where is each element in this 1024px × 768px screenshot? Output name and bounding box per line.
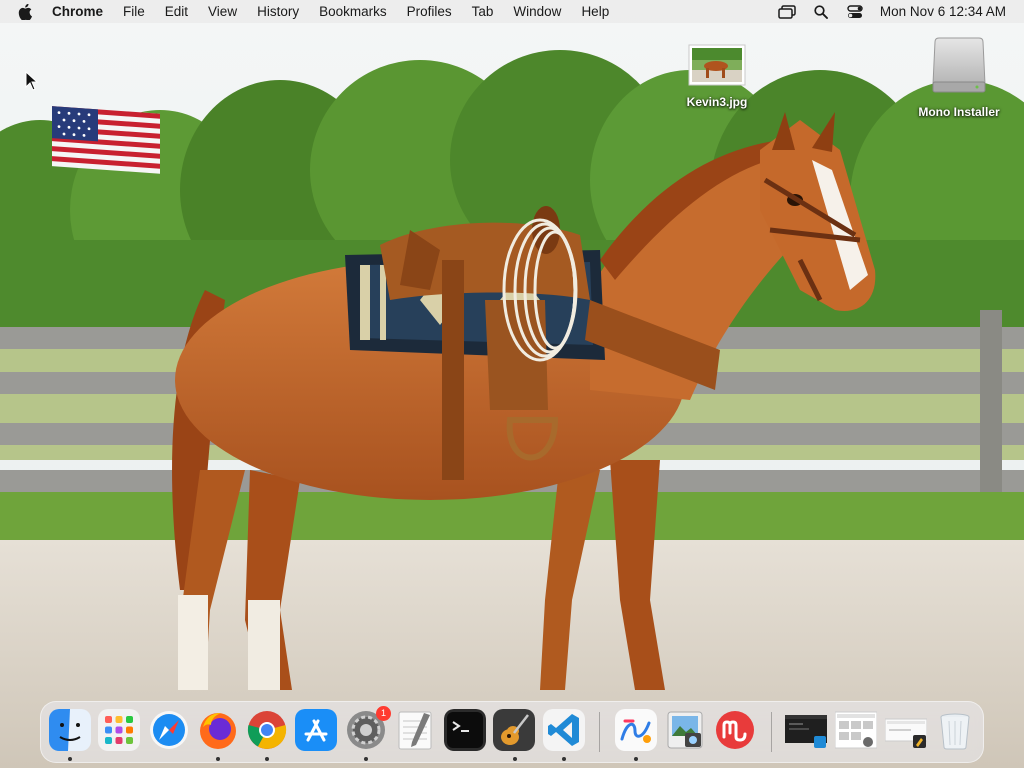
dock-chrome[interactable]	[246, 709, 288, 751]
dock-vscode[interactable]	[543, 709, 585, 751]
preview-icon	[667, 711, 703, 749]
running-indicator	[364, 757, 368, 761]
dock: 1	[40, 701, 984, 763]
menu-bar: Chrome File Edit View History Bookmarks …	[0, 0, 1024, 23]
garageband-icon	[493, 709, 535, 751]
running-indicator	[216, 757, 220, 761]
menu-file[interactable]: File	[113, 0, 155, 23]
disk-image-icon	[932, 37, 986, 93]
dock-textedit[interactable]	[394, 709, 436, 751]
menu-bookmarks[interactable]: Bookmarks	[309, 0, 397, 23]
launchpad-icon	[98, 709, 140, 751]
firefox-icon	[200, 713, 236, 749]
vscode-window-thumbnail-icon	[785, 715, 827, 748]
document-window-thumbnail-icon	[835, 711, 877, 749]
running-indicator	[634, 757, 638, 761]
dock-finder[interactable]	[49, 709, 91, 751]
dock-trash[interactable]	[934, 709, 976, 751]
mono-icon	[716, 711, 754, 749]
menu-profiles[interactable]: Profiles	[397, 0, 462, 23]
notification-badge: 1	[376, 706, 391, 721]
dock-garageband[interactable]	[493, 709, 535, 751]
running-indicator	[513, 757, 517, 761]
textedit-icon	[398, 711, 432, 750]
menu-clock[interactable]: Mon Nov 6 12:34 AM	[872, 4, 1024, 19]
dock-freeform[interactable]	[615, 709, 657, 751]
menu-edit[interactable]: Edit	[155, 0, 198, 23]
trash-icon	[940, 713, 970, 750]
dock-separator	[771, 712, 772, 752]
dock-separator	[599, 712, 600, 752]
safari-icon	[150, 711, 188, 749]
menu-view[interactable]: View	[198, 0, 247, 23]
freeform-icon	[615, 709, 657, 751]
dock-recent-vscode-window[interactable]	[785, 709, 827, 751]
dock-mono[interactable]	[714, 709, 756, 751]
menu-help[interactable]: Help	[571, 0, 619, 23]
vscode-icon	[543, 709, 585, 751]
menu-history[interactable]: History	[247, 0, 309, 23]
menu-tab[interactable]: Tab	[462, 0, 504, 23]
dock-system-preferences[interactable]: 1	[345, 706, 391, 751]
american-flag-icon[interactable]	[50, 104, 162, 174]
spotlight-search-icon[interactable]	[812, 4, 830, 20]
desktop-file-kevin3[interactable]: Kevin3.jpg	[662, 44, 772, 109]
menu-window[interactable]: Window	[503, 0, 571, 23]
dock-firefox[interactable]	[197, 709, 239, 751]
apple-menu-icon[interactable]	[18, 0, 34, 23]
dock-launchpad[interactable]	[98, 709, 140, 751]
dock-app-store[interactable]	[295, 709, 337, 751]
dock-terminal[interactable]	[444, 709, 486, 751]
installer-window-thumbnail-icon	[885, 718, 927, 748]
terminal-icon	[444, 709, 486, 751]
dock-safari[interactable]	[148, 709, 190, 751]
desktop-file-label: Mono Installer	[918, 105, 1000, 119]
dock-preview[interactable]	[664, 709, 706, 751]
desktop-file-label: Kevin3.jpg	[686, 95, 748, 109]
finder-icon	[49, 709, 91, 751]
desktop-file-mono-installer[interactable]: Mono Installer	[904, 36, 1014, 119]
mouse-cursor-icon	[25, 71, 39, 91]
running-indicator	[265, 757, 269, 761]
chrome-icon	[247, 711, 287, 749]
image-file-icon	[688, 44, 746, 86]
app-store-icon	[295, 709, 337, 751]
control-center-icon[interactable]	[846, 4, 864, 20]
menu-app-name[interactable]: Chrome	[42, 0, 113, 23]
dock-recent-document-window[interactable]	[835, 709, 877, 751]
status-area: Mon Nov 6 12:34 AM	[770, 0, 1024, 23]
screen-mirroring-icon[interactable]	[778, 4, 796, 20]
running-indicator	[68, 757, 72, 761]
dock-recent-installer-window[interactable]	[885, 709, 927, 751]
running-indicator	[562, 757, 566, 761]
